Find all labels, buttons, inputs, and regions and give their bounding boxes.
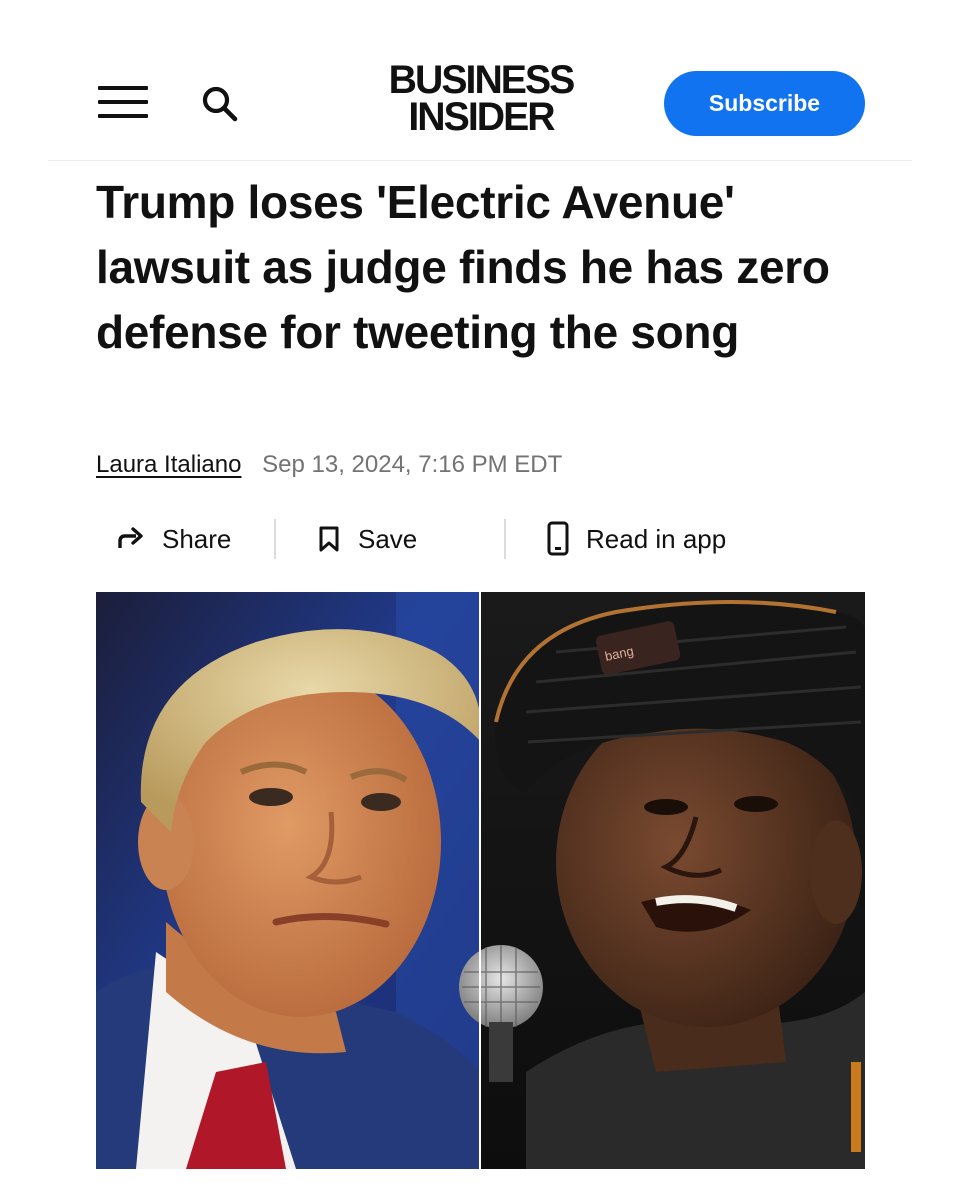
author-link[interactable]: Laura Italiano — [96, 451, 241, 478]
share-button[interactable]: Share — [116, 524, 274, 555]
divider — [274, 519, 276, 559]
publish-date: Sep 13, 2024, 7:16 PM EDT — [262, 451, 563, 478]
article-headline: Trump loses 'Electric Avenue' lawsuit as… — [96, 176, 830, 358]
phone-icon — [546, 521, 570, 557]
article-actions: Share Save Read in app — [116, 516, 726, 562]
byline: Laura Italiano Sep 13, 2024, 7:16 PM EDT — [96, 450, 562, 480]
share-label: Share — [162, 523, 232, 554]
save-button[interactable]: Save — [316, 524, 504, 555]
article-hero-image: bang — [96, 592, 865, 1169]
search-icon[interactable] — [200, 84, 240, 124]
read-in-app-label: Read in app — [586, 523, 727, 554]
share-arrow-icon — [116, 526, 146, 552]
save-label: Save — [358, 523, 418, 554]
subscribe-button[interactable]: Subscribe — [664, 71, 865, 136]
menu-icon[interactable] — [98, 86, 148, 120]
site-logo[interactable]: BUSINESS INSIDER — [368, 60, 593, 137]
right-portrait: bang — [459, 592, 865, 1169]
read-in-app-button[interactable]: Read in app — [546, 521, 726, 557]
left-portrait — [96, 592, 482, 1169]
divider — [504, 519, 506, 559]
bookmark-icon — [316, 524, 342, 554]
site-header: BUSINESS INSIDER Subscribe — [48, 48, 912, 161]
